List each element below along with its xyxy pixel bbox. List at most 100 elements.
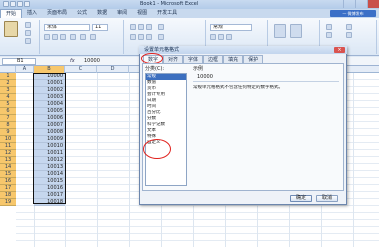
row-gridline: [16, 240, 379, 241]
table-format-icon[interactable]: [290, 24, 302, 38]
row-header[interactable]: 17: [0, 185, 16, 192]
tab-view[interactable]: 视图: [132, 9, 152, 18]
font-color-icon[interactable]: [90, 34, 96, 40]
font-size-combo[interactable]: 11: [92, 24, 108, 31]
borders-icon[interactable]: [70, 34, 76, 40]
save-icon[interactable]: [10, 1, 16, 7]
row-gridline: [16, 205, 379, 206]
tab-font[interactable]: 字体: [183, 55, 204, 63]
align-left-icon[interactable]: [130, 34, 136, 40]
percent-icon[interactable]: [218, 34, 224, 40]
number-format-combo[interactable]: 常规: [210, 24, 252, 31]
tab-insert[interactable]: 插入: [22, 9, 42, 18]
row-header[interactable]: 6: [0, 108, 16, 115]
wrap-text-icon[interactable]: [158, 24, 164, 30]
tab-page-layout[interactable]: 页面布局: [42, 9, 72, 18]
maximize-button[interactable]: [355, 0, 367, 8]
format-painter-icon[interactable]: [25, 38, 31, 44]
sort-filter-icon[interactable]: [346, 32, 352, 38]
fx-icon[interactable]: fx: [70, 58, 82, 65]
row-header[interactable]: 5: [0, 101, 16, 108]
align-middle-icon[interactable]: [138, 24, 144, 30]
column-gridline: [129, 73, 130, 247]
row-header[interactable]: 18: [0, 192, 16, 199]
cut-icon[interactable]: [25, 22, 31, 28]
paste-icon[interactable]: [4, 21, 18, 37]
column-header-a[interactable]: A: [16, 66, 34, 73]
row-header[interactable]: 8: [0, 122, 16, 129]
sample-label: 示例: [193, 66, 204, 72]
select-all-corner[interactable]: [0, 66, 16, 73]
align-top-icon[interactable]: [130, 24, 136, 30]
sum-icon[interactable]: [346, 24, 352, 30]
column-gridline: [353, 73, 354, 247]
selection-border: [33, 73, 66, 204]
tab-alignment[interactable]: 对齐: [163, 55, 184, 63]
row-header[interactable]: 1: [0, 73, 16, 80]
insert-cells-icon[interactable]: [326, 24, 332, 30]
excel-logo-icon[interactable]: [3, 1, 9, 7]
row-header[interactable]: 7: [0, 115, 16, 122]
column-header-b[interactable]: B: [34, 66, 65, 73]
comma-icon[interactable]: [226, 34, 232, 40]
font-name-combo[interactable]: 宋体: [44, 24, 90, 31]
tab-fill[interactable]: 填充: [223, 55, 244, 63]
cancel-button[interactable]: 取消: [316, 195, 338, 202]
align-right-icon[interactable]: [146, 34, 152, 40]
column-gridline: [97, 73, 98, 247]
row-gridline: [16, 233, 379, 234]
row-header[interactable]: 13: [0, 157, 16, 164]
currency-icon[interactable]: [210, 34, 216, 40]
ok-button[interactable]: 确定: [290, 195, 312, 202]
tab-border[interactable]: 边框: [203, 55, 224, 63]
column-header-d[interactable]: D: [97, 66, 129, 73]
align-center-icon[interactable]: [138, 34, 144, 40]
fill-color-icon[interactable]: [80, 34, 86, 40]
clipboard-group: [22, 20, 40, 54]
row-gridline: [16, 212, 379, 213]
tab-review[interactable]: 审阅: [112, 9, 132, 18]
ribbon-tabs: 开始 插入 页面布局 公式 数据 审阅 视图 开发工具: [0, 9, 379, 18]
row-header[interactable]: 11: [0, 143, 16, 150]
conditional-format-icon[interactable]: [274, 24, 286, 38]
row-header[interactable]: 9: [0, 129, 16, 136]
quick-access-toolbar[interactable]: [3, 1, 37, 8]
copy-icon[interactable]: [25, 30, 31, 36]
undo-icon[interactable]: [17, 1, 23, 7]
row-header[interactable]: 4: [0, 94, 16, 101]
row-gridline: [16, 226, 379, 227]
sample-divider: [193, 81, 339, 82]
minimize-button[interactable]: [343, 0, 355, 8]
dialog-title: 设置单元格格式: [139, 46, 347, 54]
format-description: 常规单元格格式不包含任何特定的数字格式。: [193, 85, 283, 90]
row-header[interactable]: 10: [0, 136, 16, 143]
redo-icon[interactable]: [24, 1, 30, 7]
row-header[interactable]: 15: [0, 171, 16, 178]
tab-protection[interactable]: 保护: [243, 55, 264, 63]
tab-data[interactable]: 数据: [92, 9, 112, 18]
underline-icon[interactable]: [60, 34, 66, 40]
row-gridline: [16, 219, 379, 220]
delete-cells-icon[interactable]: [326, 32, 332, 38]
column-header-c[interactable]: C: [65, 66, 97, 73]
close-window-button[interactable]: [367, 0, 379, 8]
custom-category-highlight: [143, 139, 171, 159]
merge-center-icon[interactable]: [158, 34, 164, 40]
bold-icon[interactable]: [44, 34, 50, 40]
row-header[interactable]: 2: [0, 80, 16, 87]
row-header[interactable]: 3: [0, 87, 16, 94]
row-header[interactable]: 16: [0, 178, 16, 185]
name-box[interactable]: B1: [2, 58, 36, 65]
window-title: Book1 - Microsoft Excel: [140, 1, 199, 7]
tab-home[interactable]: 开始: [0, 9, 23, 18]
tab-developer[interactable]: 开发工具: [152, 9, 182, 18]
row-header[interactable]: 14: [0, 164, 16, 171]
row-header[interactable]: 12: [0, 150, 16, 157]
align-bottom-icon[interactable]: [146, 24, 152, 30]
share-weibo-button[interactable]: — 微博发布: [330, 10, 376, 17]
row-header[interactable]: 19: [0, 199, 16, 206]
tab-formulas[interactable]: 公式: [72, 9, 92, 18]
dialog-close-button[interactable]: ×: [334, 47, 345, 53]
category-label: 分类(C):: [145, 66, 165, 72]
italic-icon[interactable]: [52, 34, 58, 40]
